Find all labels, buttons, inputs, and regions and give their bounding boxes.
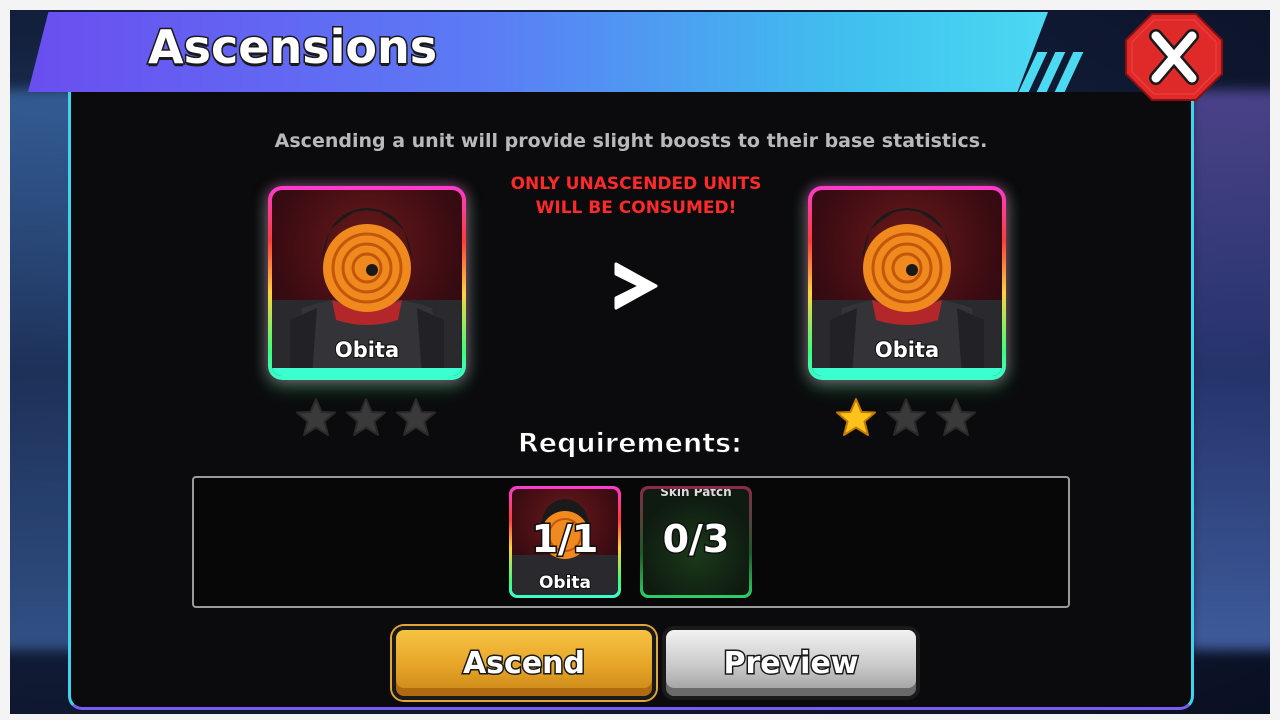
requirements-box <box>192 476 1070 608</box>
unit-name: Obita <box>334 337 400 363</box>
ascended-star-rating <box>834 396 978 444</box>
chevron-right-icon <box>614 262 658 310</box>
requirement-label: Skin Patch <box>660 489 732 500</box>
header-stripes <box>1014 52 1084 92</box>
requirement-count: 1/1 <box>530 516 600 563</box>
close-button[interactable] <box>1124 12 1224 102</box>
current-unit-card[interactable]: Obita <box>268 186 466 380</box>
requirement-skin-patch[interactable]: Skin Patch 0/3 <box>640 486 752 598</box>
close-x-icon <box>1125 13 1223 101</box>
description-text: Ascending a unit will provide slight boo… <box>274 130 988 152</box>
requirement-count: 0/3 <box>661 516 731 563</box>
star-empty-icon <box>886 398 926 436</box>
requirement-unit-name: Obita <box>538 572 592 594</box>
star-empty-icon <box>396 398 436 436</box>
preview-button[interactable]: Preview <box>662 626 920 700</box>
unit-name: Obita <box>874 337 940 363</box>
requirement-unit[interactable]: 1/1 Obita <box>509 486 621 598</box>
current-star-rating <box>294 396 438 444</box>
ascended-unit-card[interactable]: Obita <box>808 186 1006 380</box>
consume-warning: ONLY UNASCENDED UNITS WILL BE CONSUMED! <box>510 174 762 218</box>
star-empty-icon <box>346 398 386 436</box>
background-right <box>1190 90 1280 650</box>
star-filled-icon <box>836 398 876 436</box>
page-title: Ascensions <box>146 19 438 76</box>
requirements-title: Requirements: <box>518 428 743 460</box>
star-empty-icon <box>296 398 336 436</box>
star-empty-icon <box>936 398 976 436</box>
ascend-button[interactable]: Ascend <box>392 626 656 700</box>
